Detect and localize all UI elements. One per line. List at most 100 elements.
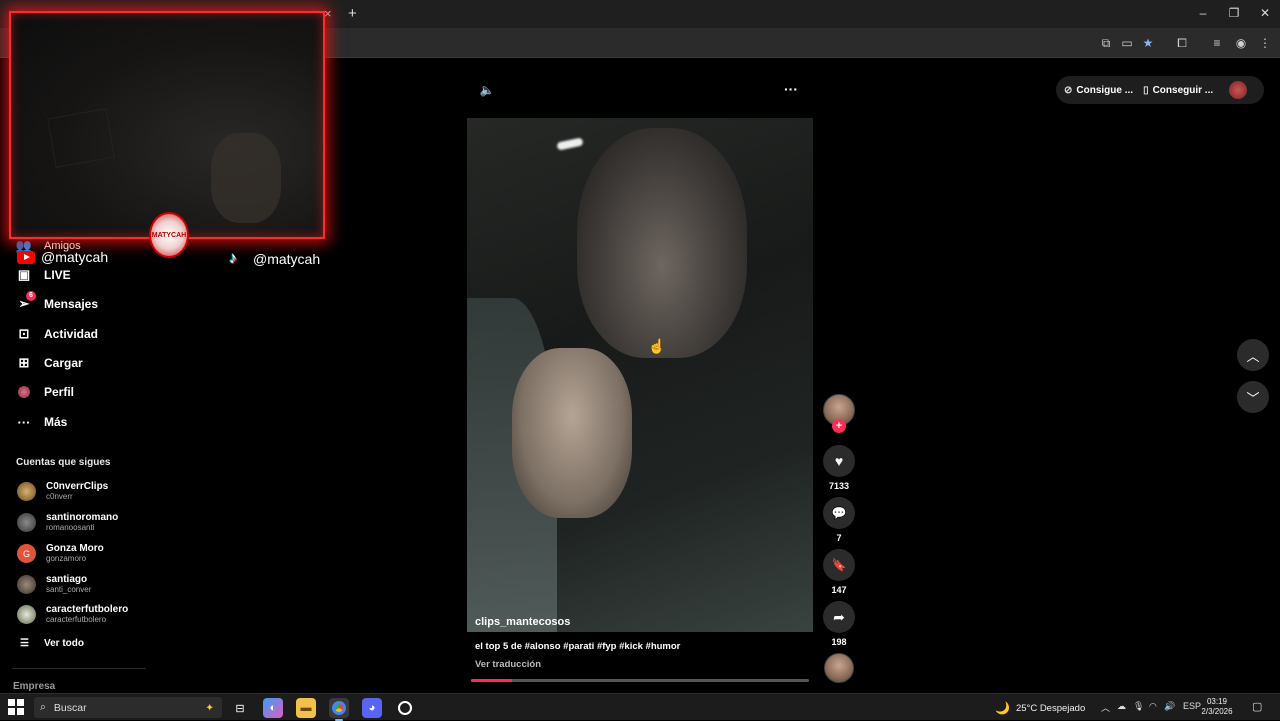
youtube-handle-text: @matycah <box>41 249 109 265</box>
taskbar-clock[interactable]: 03:19 2/3/2026 <box>1200 697 1234 717</box>
avatar <box>17 482 36 501</box>
sidebar-item-upload[interactable]: ⊞ Cargar <box>16 354 83 372</box>
following-item[interactable]: santiago santi_conver <box>17 574 91 595</box>
webcam-background-frame <box>47 108 115 168</box>
new-tab-button[interactable]: + <box>348 5 357 22</box>
video-progress-fill <box>471 679 512 682</box>
obs-icon[interactable] <box>395 698 415 718</box>
file-explorer-icon[interactable]: ▬ <box>296 698 316 718</box>
previous-video-button[interactable]: ︿ <box>1237 339 1269 371</box>
profile-avatar-icon <box>16 384 32 400</box>
video-player[interactable] <box>467 118 813 632</box>
sidebar-item-label: Cargar <box>44 356 83 370</box>
following-item[interactable]: caracterfutbolero caracterfutbolero <box>17 604 128 625</box>
microphone-icon[interactable]: 🎙 <box>1133 701 1144 712</box>
sidebar-item-activity[interactable]: ⊡ Actividad <box>16 325 98 343</box>
discord-icon[interactable]: ◕ <box>362 698 382 718</box>
media-icon[interactable]: ≡ <box>1209 35 1225 51</box>
clock-time: 03:19 <box>1206 697 1228 706</box>
extensions-icon[interactable]: ⧠ <box>1174 35 1190 51</box>
star-icon[interactable]: ★ <box>1140 35 1156 51</box>
language-indicator[interactable]: ESP <box>1183 701 1201 711</box>
tiktok-handle-text: @matycah <box>253 251 321 267</box>
following-item[interactable]: G Gonza Moro gonzamoro <box>17 543 104 564</box>
wifi-icon[interactable]: ◠ <box>1149 701 1157 712</box>
chrome-icon[interactable] <box>329 698 349 721</box>
get-app-label: Conseguir ... <box>1152 84 1214 96</box>
get-coins-button[interactable]: ⊘ Consigue ... <box>1064 85 1133 96</box>
video-author[interactable]: clips_mantecosos <box>475 616 570 628</box>
following-name: caracterfutbolero <box>46 604 129 615</box>
video-caption: el top 5 de #alonso #parati #fyp #kick #… <box>475 641 681 652</box>
tiktok-icon: ♪ <box>229 250 237 267</box>
following-item[interactable]: santinoromano romanoosanti <box>17 512 118 533</box>
weather-text: 25°C Despejado <box>1015 702 1086 714</box>
see-all-link[interactable]: ☰ Ver todo <box>20 638 84 649</box>
mouse-cursor-icon: ☝ <box>648 338 666 354</box>
logo-text: MATYCAH <box>151 231 187 239</box>
sidebar-item-more[interactable]: ··· Más <box>16 413 68 431</box>
follow-plus-icon[interactable]: + <box>832 419 846 433</box>
webcam-person <box>211 133 281 223</box>
sidebar-item-label: Perfil <box>44 385 75 399</box>
chevron-down-icon: ﹀ <box>1246 390 1260 406</box>
save-count: 147 <box>831 585 847 595</box>
following-item[interactable]: C0nverrClips c0nverr <box>17 481 108 502</box>
see-translation-link[interactable]: Ver traducción <box>475 659 541 670</box>
more-options-icon[interactable]: ··· <box>780 80 802 98</box>
save-button[interactable]: 🔖 <box>823 549 855 581</box>
weather-widget[interactable]: 🌙 25°C Despejado <box>995 701 1085 715</box>
activity-icon: ⊡ <box>18 326 30 341</box>
see-all-label: Ver todo <box>43 638 84 649</box>
profile-icon[interactable]: ◉ <box>1233 35 1249 51</box>
video-subject <box>577 128 747 358</box>
following-name: Gonza Moro <box>46 543 104 554</box>
windows-taskbar: ⌕ Buscar ✦ ⊟ ◐ ▬ ◕ 🌙 25°C Despejado ︿ ☁ … <box>0 693 1280 721</box>
corner-mark <box>317 231 323 237</box>
cast-icon[interactable]: ▭ <box>1119 35 1135 51</box>
volume-tray-icon[interactable]: 🔊 <box>1164 701 1175 712</box>
next-video-button[interactable]: ﹀ <box>1237 381 1269 413</box>
video-progress-bar[interactable] <box>471 679 809 682</box>
user-avatar[interactable] <box>1229 81 1248 99</box>
task-view-icon[interactable]: ⊟ <box>230 698 250 718</box>
taskbar-search[interactable]: ⌕ Buscar ✦ <box>34 697 222 718</box>
chevron-up-icon: ︿ <box>1246 348 1260 364</box>
copilot-icon[interactable]: ◐ <box>263 698 283 718</box>
restore-button[interactable]: ❐ <box>1226 5 1242 21</box>
volume-icon[interactable]: 🔈 <box>478 82 496 98</box>
avatar <box>17 605 36 624</box>
comment-icon: 💬 <box>831 506 847 520</box>
sidebar-item-live[interactable]: ▣ LIVE <box>16 266 71 284</box>
windows-start-button[interactable] <box>8 699 24 715</box>
following-name: santiago <box>46 574 88 585</box>
following-handle: gonzamoro <box>46 554 87 563</box>
notifications-icon[interactable]: ▢ <box>1252 700 1262 713</box>
video-light <box>556 137 584 151</box>
clock-date: 2/3/2026 <box>1201 707 1233 716</box>
get-app-button[interactable]: ▯ Conseguir ... <box>1143 85 1213 96</box>
sidebar-item-label: LIVE <box>44 268 71 282</box>
corner-mark <box>317 13 323 19</box>
comment-button[interactable]: 💬 <box>823 497 855 529</box>
onedrive-icon[interactable]: ☁ <box>1117 701 1126 712</box>
menu-icon[interactable]: ⋮ <box>1257 35 1273 51</box>
share-button[interactable]: ➦ <box>823 601 855 633</box>
messages-icon: ➢ 6 <box>16 291 36 312</box>
minimize-button[interactable]: – <box>1195 5 1211 21</box>
tray-chevron-icon[interactable]: ︿ <box>1101 701 1110 714</box>
messages-badge: 6 <box>26 291 36 301</box>
search-placeholder: Buscar <box>53 701 87 714</box>
channel-logo: MATYCAH <box>149 212 189 258</box>
sidebar-item-messages[interactable]: ➢ 6 Mensajes <box>16 291 98 313</box>
like-button[interactable]: ♥ <box>823 445 855 477</box>
sidebar-item-label: Más <box>44 415 68 429</box>
following-handle: c0nverr <box>46 492 73 501</box>
translate-icon[interactable]: ⧉ <box>1098 35 1114 51</box>
sound-avatar[interactable] <box>824 653 854 683</box>
company-link[interactable]: Empresa <box>13 681 55 692</box>
close-window-button[interactable]: ✕ <box>1257 5 1273 21</box>
share-count: 198 <box>831 637 847 647</box>
sidebar-item-profile[interactable]: Perfil <box>16 383 74 401</box>
close-tab-icon[interactable]: × <box>324 6 332 21</box>
